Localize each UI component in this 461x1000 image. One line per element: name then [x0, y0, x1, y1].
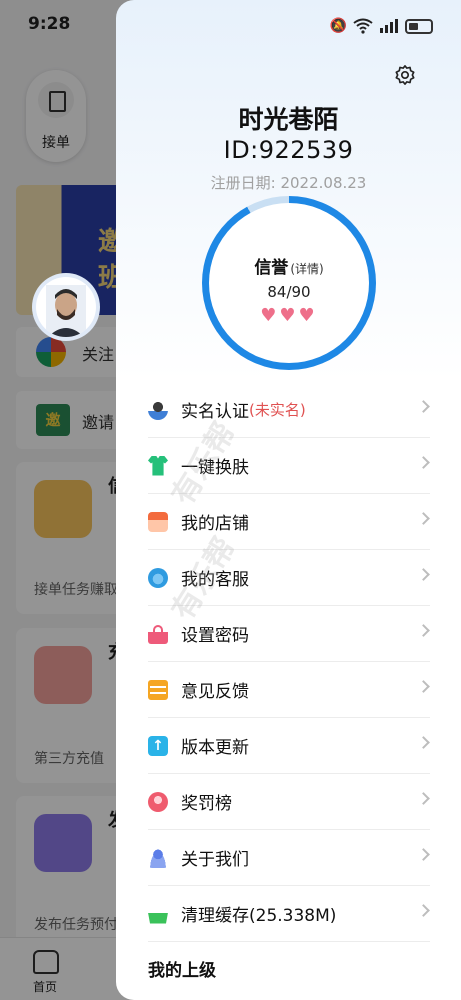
- status-icons: 🔕: [330, 16, 433, 36]
- menu-label: 设置密码: [181, 626, 249, 646]
- avatar[interactable]: [36, 277, 96, 337]
- menu-label: 我的客服: [181, 570, 249, 590]
- credit-score: 84/90: [267, 283, 311, 301]
- tshirt-icon: [148, 455, 168, 476]
- chevron-right-icon: [417, 400, 430, 413]
- chevron-right-icon: [417, 792, 430, 805]
- settings-button[interactable]: [392, 62, 418, 88]
- customer-service-icon: [148, 567, 168, 588]
- menu-label: 版本更新: [181, 738, 249, 758]
- menu-label: 奖罚榜: [181, 794, 232, 814]
- menu-item-customer-service[interactable]: 我的客服: [148, 550, 430, 606]
- menu-label: 一键换肤: [181, 458, 249, 478]
- menu-item-password[interactable]: 设置密码: [148, 606, 430, 662]
- menu-label: 关于我们: [181, 850, 249, 870]
- gear-icon: [395, 65, 415, 85]
- drawer-menu: 实名认证 (未实名) 一键换肤 我的店铺 我的客服 设置密码 意见反馈 ↑ 版本…: [148, 382, 430, 942]
- battery-icon: [405, 18, 433, 34]
- chevron-right-icon: [417, 736, 430, 749]
- wifi-icon: [353, 18, 373, 34]
- chevron-right-icon: [417, 456, 430, 469]
- broom-icon: [148, 903, 168, 924]
- chevron-right-icon: [417, 904, 430, 917]
- shop-icon: [148, 511, 168, 532]
- avatar-image: [46, 285, 86, 337]
- menu-label: 实名认证: [181, 402, 249, 422]
- credit-ring-inner: 信誉 (详情) 84/90 ♥♥♥: [209, 203, 369, 363]
- heart-icon: ♥♥♥: [260, 305, 318, 326]
- chevron-right-icon: [417, 680, 430, 693]
- superior-heading: 我的上级: [148, 961, 216, 981]
- unverified-note: (未实名): [249, 401, 306, 419]
- menu-item-shop[interactable]: 我的店铺: [148, 494, 430, 550]
- lock-icon: [148, 623, 168, 644]
- menu-label: 意见反馈: [181, 682, 249, 702]
- credit-label: 信誉: [254, 258, 289, 278]
- id-card-icon: [148, 399, 168, 420]
- about-icon: [148, 847, 168, 868]
- menu-item-real-name[interactable]: 实名认证 (未实名): [148, 382, 430, 438]
- feedback-icon: [148, 679, 168, 700]
- menu-item-leaderboard[interactable]: 奖罚榜: [148, 774, 430, 830]
- menu-item-skin[interactable]: 一键换肤: [148, 438, 430, 494]
- chevron-right-icon: [417, 624, 430, 637]
- menu-item-about[interactable]: 关于我们: [148, 830, 430, 886]
- profile-drawer: 🔕 时光巷陌 ID:922539 注册日期: 2022.08.23 信誉 (详情)…: [116, 0, 461, 1000]
- mute-icon: 🔕: [329, 18, 347, 34]
- credit-label-row: 信誉 (详情): [209, 253, 369, 278]
- user-id: ID:922539: [223, 136, 354, 164]
- menu-item-update[interactable]: ↑ 版本更新: [148, 718, 430, 774]
- chevron-right-icon: [417, 512, 430, 525]
- credit-ring[interactable]: 信誉 (详情) 84/90 ♥♥♥: [202, 196, 376, 370]
- register-date: 注册日期: 2022.08.23: [210, 174, 367, 192]
- chevron-right-icon: [417, 568, 430, 581]
- username: 时光巷陌: [238, 105, 339, 134]
- signal-icon: [380, 19, 398, 33]
- menu-label: 清理缓存(25.338M): [181, 906, 337, 926]
- update-icon: ↑: [148, 735, 168, 756]
- menu-label: 我的店铺: [181, 514, 249, 534]
- chevron-right-icon: [417, 848, 430, 861]
- trophy-icon: [148, 791, 168, 812]
- menu-item-feedback[interactable]: 意见反馈: [148, 662, 430, 718]
- credit-detail-link[interactable]: (详情): [290, 262, 323, 276]
- menu-item-clear-cache[interactable]: 清理缓存(25.338M): [148, 886, 430, 942]
